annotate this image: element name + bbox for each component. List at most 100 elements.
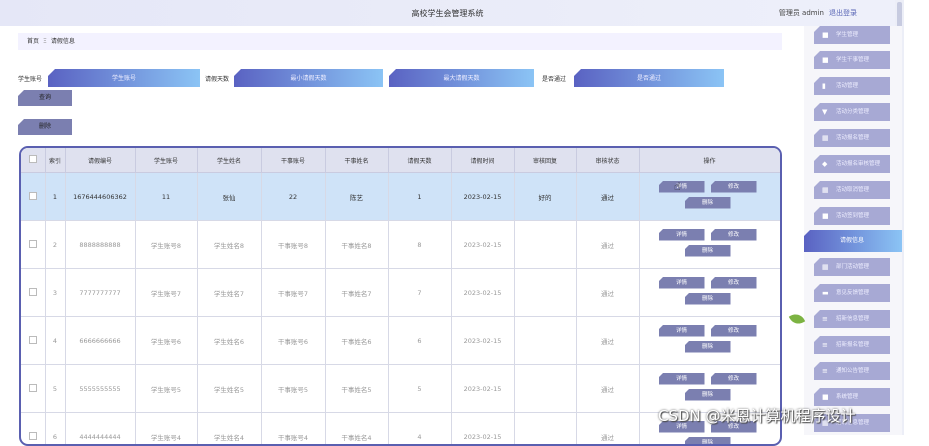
edit-button[interactable]: 修改: [711, 229, 757, 241]
breadcrumb-current: 请假信息: [51, 38, 75, 45]
min-days-input[interactable]: [234, 69, 383, 87]
column-header[interactable]: 学生姓名: [197, 148, 261, 173]
sidebar-item-recruit-info[interactable]: ≡招新信息管理: [814, 310, 890, 328]
breadcrumb-separator-icon: Ξ: [43, 38, 47, 45]
table-row[interactable]: 1 1676444606362 11 张仙 22 陈艺 1 2023-02-15…: [21, 173, 780, 221]
cell-leave-no: 4444444444: [65, 413, 135, 446]
sidebar-item-activity-signup[interactable]: ▦活动报名管理: [814, 129, 890, 147]
row-checkbox[interactable]: [29, 432, 37, 440]
row-checkbox[interactable]: [29, 288, 37, 296]
delete-button[interactable]: 删除: [685, 245, 731, 257]
row-checkbox[interactable]: [29, 336, 37, 344]
delete-button[interactable]: 删除: [685, 341, 731, 353]
cell-student-name: 学生姓名4: [197, 413, 261, 446]
sidebar-item-activity-cancel[interactable]: ▦活动取消管理: [814, 181, 890, 199]
sidebar-item-signup-review[interactable]: ◆活动报名审核管理: [814, 155, 890, 173]
search-form: 学生账号 请假天数 是否通过: [18, 68, 798, 88]
column-header[interactable]: 请假时间: [451, 148, 514, 173]
cell-student-no: 学生账号8: [135, 221, 197, 269]
cell-staff-name: 干事姓名7: [325, 269, 388, 317]
sidebar-item-recruit-signup[interactable]: ≡招新报名管理: [814, 336, 890, 354]
table-header-row: 索引 请假编号 学生账号 学生姓名 干事账号 干事姓名 请假天数 请假时间 审核…: [21, 148, 780, 173]
cell-staff-name: 干事姓名6: [325, 317, 388, 365]
detail-button[interactable]: 详情: [659, 181, 705, 193]
grid-icon: ▦: [822, 134, 830, 142]
column-header[interactable]: 请假编号: [65, 148, 135, 173]
cell-date: 2023-02-15: [451, 269, 514, 317]
leave-table: 索引 请假编号 学生账号 学生姓名 干事账号 干事姓名 请假天数 请假时间 审核…: [21, 148, 781, 446]
column-header[interactable]: 索引: [45, 148, 65, 173]
select-all-checkbox[interactable]: [29, 155, 37, 163]
delete-button[interactable]: 删除: [685, 389, 731, 401]
approved-input[interactable]: [574, 69, 724, 87]
query-button[interactable]: 查询: [18, 90, 72, 106]
sidebar-item-activity-checkin[interactable]: ■活动签到管理: [814, 207, 890, 225]
admin-username: 管理员 admin: [779, 9, 824, 17]
delete-button[interactable]: 删除: [685, 197, 731, 209]
file-icon: ■: [822, 212, 830, 220]
cell-student-name: 学生姓名8: [197, 221, 261, 269]
cell-leave-no: 5555555555: [65, 365, 135, 413]
cell-status: 通过: [576, 365, 639, 413]
cell-index: 2: [45, 221, 65, 269]
cell-date: 2023-02-15: [451, 413, 514, 446]
column-header[interactable]: 学生账号: [135, 148, 197, 173]
watermark: CSDN @米恩计算机程序设计: [658, 405, 856, 426]
row-checkbox[interactable]: [29, 192, 37, 200]
leave-days-label: 请假天数: [205, 74, 229, 83]
sidebar-item-student[interactable]: ■学生管理: [814, 26, 890, 44]
cell-date: 2023-02-15: [451, 173, 514, 221]
sidebar-item-leave-info[interactable]: 请假信息: [804, 230, 902, 252]
cell-index: 3: [45, 269, 65, 317]
cell-leave-no: 1676444606362: [65, 173, 135, 221]
sidebar-item-feedback[interactable]: ▬意见反馈管理: [814, 284, 890, 302]
cell-staff-name: 干事姓名5: [325, 365, 388, 413]
delete-selected-button[interactable]: 删除: [18, 119, 72, 135]
detail-button[interactable]: 详情: [659, 277, 705, 289]
edit-button[interactable]: 修改: [711, 373, 757, 385]
cell-days: 6: [388, 317, 451, 365]
sidebar-item-activity[interactable]: ▮活动管理: [814, 77, 890, 95]
sidebar-item-notice[interactable]: ≡通知公告管理: [814, 362, 890, 380]
list-icon: ≡: [822, 367, 830, 375]
admin-info: 管理员 admin 退出登录: [779, 8, 857, 18]
edit-button[interactable]: 修改: [711, 277, 757, 289]
detail-button[interactable]: 详情: [659, 373, 705, 385]
delete-button[interactable]: 删除: [685, 293, 731, 305]
column-header[interactable]: 干事账号: [261, 148, 325, 173]
column-header[interactable]: 干事姓名: [325, 148, 388, 173]
column-header[interactable]: 审核状态: [576, 148, 639, 173]
column-header[interactable]: 审核回复: [514, 148, 576, 173]
edit-button[interactable]: 修改: [711, 181, 757, 193]
logout-link[interactable]: 退出登录: [829, 9, 857, 17]
sidebar-item-activity-category[interactable]: ▼活动分类管理: [814, 103, 890, 121]
delete-button[interactable]: 删除: [685, 437, 731, 446]
bar-chart-icon: ▮: [822, 82, 830, 90]
cell-student-no: 学生账号6: [135, 317, 197, 365]
row-checkbox[interactable]: [29, 384, 37, 392]
scrollbar-thumb[interactable]: [897, 2, 902, 28]
cell-index: 4: [45, 317, 65, 365]
column-header[interactable]: 请假天数: [388, 148, 451, 173]
detail-button[interactable]: 详情: [659, 229, 705, 241]
detail-button[interactable]: 详情: [659, 325, 705, 337]
sidebar-item-system[interactable]: ■系统管理: [814, 388, 890, 406]
edit-button[interactable]: 修改: [711, 325, 757, 337]
sidebar-item-dept-activity[interactable]: ▦部门活动管理: [814, 258, 890, 276]
home-icon: ■: [822, 31, 830, 39]
max-days-input[interactable]: [389, 69, 534, 87]
table-row[interactable]: 4 6666666666 学生账号6 学生姓名6 干事账号6 干事姓名6 6 2…: [21, 317, 780, 365]
select-all-header[interactable]: [21, 148, 45, 173]
top-header-bar: 高校学生会管理系统 管理员 admin退出登录: [0, 0, 895, 26]
row-checkbox[interactable]: [29, 240, 37, 248]
cell-student-name: 学生姓名5: [197, 365, 261, 413]
sidebar-item-staff[interactable]: ■学生干事管理: [814, 51, 890, 69]
cell-staff-name: 干事姓名4: [325, 413, 388, 446]
breadcrumb: 首页 Ξ 请假信息: [18, 33, 782, 50]
table-row[interactable]: 2 8888888888 学生账号8 学生姓名8 干事账号8 干事姓名8 8 2…: [21, 221, 780, 269]
cell-staff-no: 22: [261, 173, 325, 221]
breadcrumb-home[interactable]: 首页: [27, 38, 39, 45]
table-row[interactable]: 3 7777777777 学生账号7 学生姓名7 干事账号7 干事姓名7 7 2…: [21, 269, 780, 317]
student-no-input[interactable]: [48, 69, 200, 87]
cell-index: 5: [45, 365, 65, 413]
